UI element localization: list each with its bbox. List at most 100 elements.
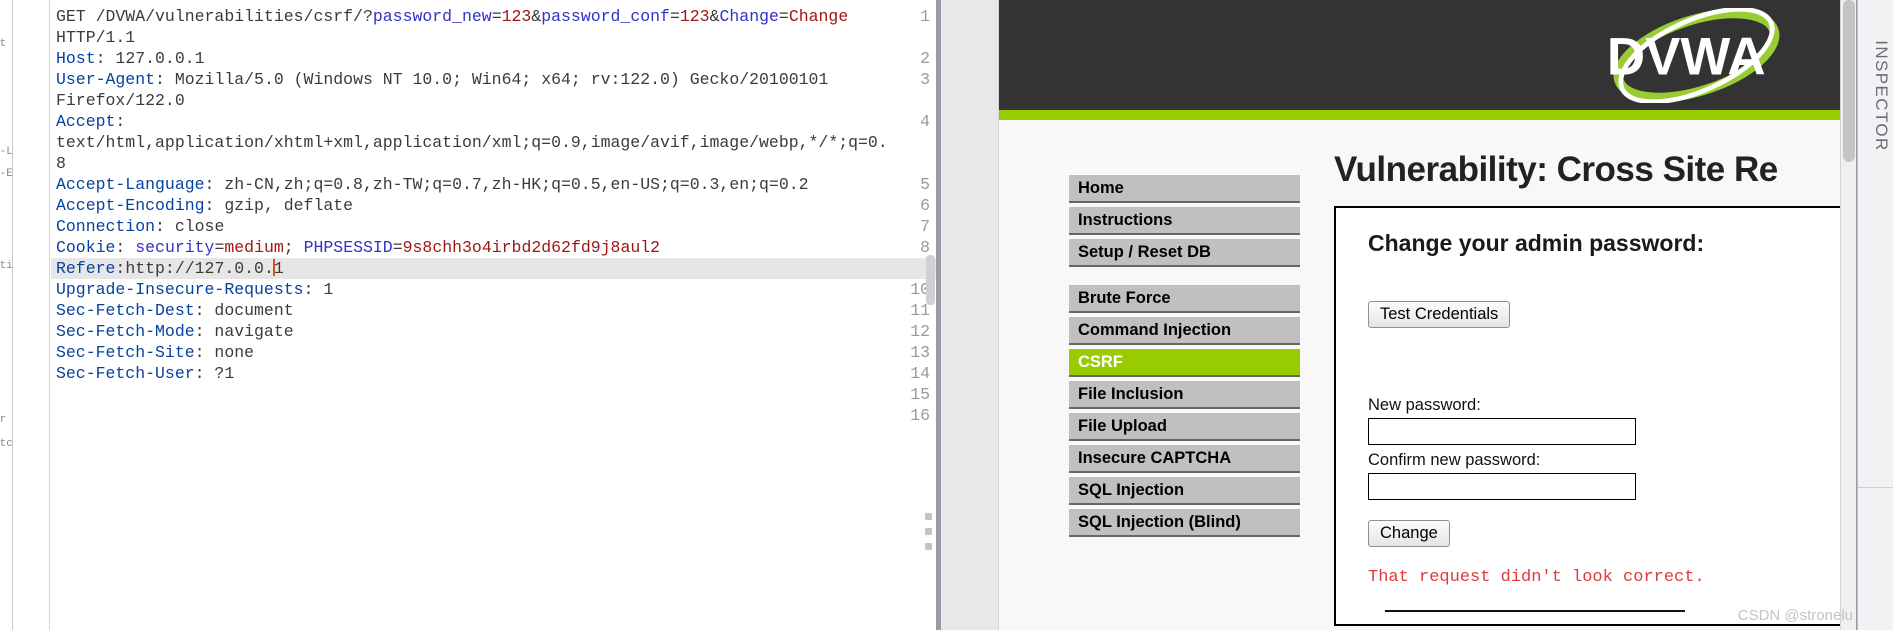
request-token: : document (194, 301, 294, 320)
change-password-button[interactable]: Change (1368, 520, 1450, 547)
request-token: = (214, 238, 225, 257)
dvwa-logo-icon: DVWA (1607, 8, 1780, 103)
browser-viewport: DVWA Home Instructions Setup / Reset DB Bru… (941, 0, 1856, 630)
request-token: : ?1 (194, 364, 235, 383)
request-line[interactable]: Sec-Fetch-Site: none (51, 342, 254, 363)
request-token: Connection (56, 217, 156, 236)
request-line[interactable]: Accept-Encoding: gzip, deflate (51, 195, 353, 216)
request-token: : Mozilla/5.0 (Windows NT 10.0; Win64; x… (155, 70, 829, 89)
sidebar-item-home[interactable]: Home (1069, 175, 1300, 203)
request-line[interactable]: Sec-Fetch-Dest: document (51, 300, 294, 321)
sidebar-item-sql-injection-blind[interactable]: SQL Injection (Blind) (1069, 509, 1300, 537)
request-token: Accept-Language (56, 175, 205, 194)
request-token: HTTP/1.1 (56, 28, 136, 47)
nav-group-separator (1069, 271, 1300, 285)
dvwa-page-body: DVWA Home Instructions Setup / Reset DB Bru… (998, 0, 1856, 630)
request-token: : close (155, 217, 225, 236)
request-token: PHPSESSID (303, 238, 393, 257)
request-token: = (669, 7, 680, 26)
dvwa-main-content: Vulnerability: Cross Site Re Change your… (1334, 150, 1856, 626)
request-token: Sec-Fetch-Site (56, 343, 195, 362)
splitter-drag-handle-icon[interactable] (925, 513, 933, 557)
request-panel-scrollbar-thumb[interactable] (926, 255, 935, 305)
request-token: password_conf (541, 7, 670, 26)
watermark: CSDN @stronelu (1737, 607, 1853, 624)
request-line[interactable]: Refere:http://127.0.0.1 (51, 258, 936, 279)
request-token: : zh-CN,zh;q=0.8,zh-TW;q=0.7,zh-HK;q=0.5… (204, 175, 809, 194)
left-panel-fragment: Request Accept-Lang Accept-Enco Connecti… (0, 0, 13, 630)
request-token: 123 (501, 7, 532, 26)
request-token: Refere (56, 259, 116, 278)
request-token: User-Agent (56, 70, 156, 89)
dvwa-site-header: DVWA (999, 0, 1856, 110)
request-token: Upgrade-Insecure-Requests (56, 280, 304, 299)
sidebar-item-csrf[interactable]: CSRF (1069, 349, 1300, 377)
request-line[interactable]: GET /DVWA/vulnerabilities/csrf/?password… (51, 6, 848, 27)
request-line[interactable]: User-Agent: Mozilla/5.0 (Windows NT 10.0… (51, 69, 828, 90)
request-token: Sec-Fetch-Dest (56, 301, 195, 320)
sidebar-item-sql-injection[interactable]: SQL Injection (1069, 477, 1300, 505)
new-password-label: New password: (1368, 396, 1481, 414)
dvwa-green-accent-bar (999, 110, 1856, 120)
request-token: Accept (56, 112, 116, 131)
request-line[interactable]: Cookie: security=medium; PHPSESSID=9s8ch… (51, 237, 660, 258)
request-line[interactable]: Firefox/122.0 (51, 90, 185, 111)
request-token: : (115, 238, 136, 257)
request-token: password_new (372, 7, 492, 26)
request-token: : none (194, 343, 255, 362)
error-message: That request didn't look correct. (1368, 568, 1705, 587)
new-password-input[interactable] (1368, 418, 1636, 445)
test-credentials-button[interactable]: Test Credentials (1368, 301, 1511, 328)
request-token: 9s8chh3o4irbd2d62fd9j8aul2 (402, 238, 661, 257)
request-line[interactable]: HTTP/1.1 (51, 27, 135, 48)
request-token: = (778, 7, 789, 26)
sidebar-item-file-upload[interactable]: File Upload (1069, 413, 1300, 441)
inspector-tab-rail[interactable]: INSPECTOR (1856, 0, 1893, 630)
request-token: : navigate (194, 322, 294, 341)
request-token: = (392, 238, 403, 257)
inspector-tab-label[interactable]: INSPECTOR (1871, 6, 1891, 186)
confirm-password-input[interactable] (1368, 473, 1636, 500)
sidebar-item-insecure-captcha[interactable]: Insecure CAPTCHA (1069, 445, 1300, 473)
request-text-lines[interactable]: GET /DVWA/vulnerabilities/csrf/?password… (51, 0, 936, 630)
inspector-tab-rail-inner[interactable]: INSPECTOR (1857, 0, 1893, 630)
sidebar-item-command-injection[interactable]: Command Injection (1069, 317, 1300, 345)
request-token: : gzip, deflate (204, 196, 354, 215)
page-title: Vulnerability: Cross Site Re (1334, 150, 1778, 189)
sidebar-item-file-inclusion[interactable]: File Inclusion (1069, 381, 1300, 409)
browser-scrollbar[interactable] (1840, 0, 1856, 630)
request-token: 1 (273, 259, 284, 278)
svg-text:DVWA: DVWA (1607, 28, 1766, 87)
request-token: : (115, 112, 126, 131)
http-request-editor[interactable]: 12345678910111213141516 GET /DVWA/vulner… (13, 0, 936, 630)
request-token: medium (224, 238, 284, 257)
request-line[interactable]: 8 (51, 153, 66, 174)
request-line[interactable]: Accept: (51, 111, 125, 132)
browser-scrollbar-thumb[interactable] (1843, 0, 1855, 162)
form-heading: Change your admin password: (1368, 230, 1705, 256)
confirm-password-label: Confirm new password: (1368, 451, 1541, 469)
request-token: : 127.0.0.1 (95, 49, 205, 68)
request-token: Firefox/122.0 (56, 91, 185, 110)
request-token: = (491, 7, 502, 26)
request-line[interactable]: Connection: close (51, 216, 224, 237)
csrf-form-panel: Change your admin password: Test Credent… (1334, 206, 1856, 626)
request-token: security (135, 238, 215, 257)
dvwa-sidebar-nav[interactable]: Home Instructions Setup / Reset DB Brute Fo… (1069, 175, 1300, 541)
request-token: : 1 (303, 280, 334, 299)
request-token: Sec-Fetch-User (56, 364, 195, 383)
sidebar-item-setup-reset-db[interactable]: Setup / Reset DB (1069, 239, 1300, 267)
request-line[interactable]: Sec-Fetch-Mode: navigate (51, 321, 294, 342)
request-line[interactable]: Upgrade-Insecure-Requests: 1 (51, 279, 333, 300)
request-token: Host (56, 49, 96, 68)
request-line[interactable]: Host: 127.0.0.1 (51, 48, 205, 69)
bottom-rule (1385, 610, 1685, 612)
request-token: Accept-Encoding (56, 196, 205, 215)
request-line[interactable]: text/html,application/xhtml+xml,applicat… (51, 132, 888, 153)
request-line[interactable]: Accept-Language: zh-CN,zh;q=0.8,zh-TW;q=… (51, 174, 809, 195)
request-token: Cookie (56, 238, 116, 257)
sidebar-item-instructions[interactable]: Instructions (1069, 207, 1300, 235)
sidebar-item-brute-force[interactable]: Brute Force (1069, 285, 1300, 313)
request-line[interactable]: Sec-Fetch-User: ?1 (51, 363, 234, 384)
request-token: & (531, 7, 542, 26)
